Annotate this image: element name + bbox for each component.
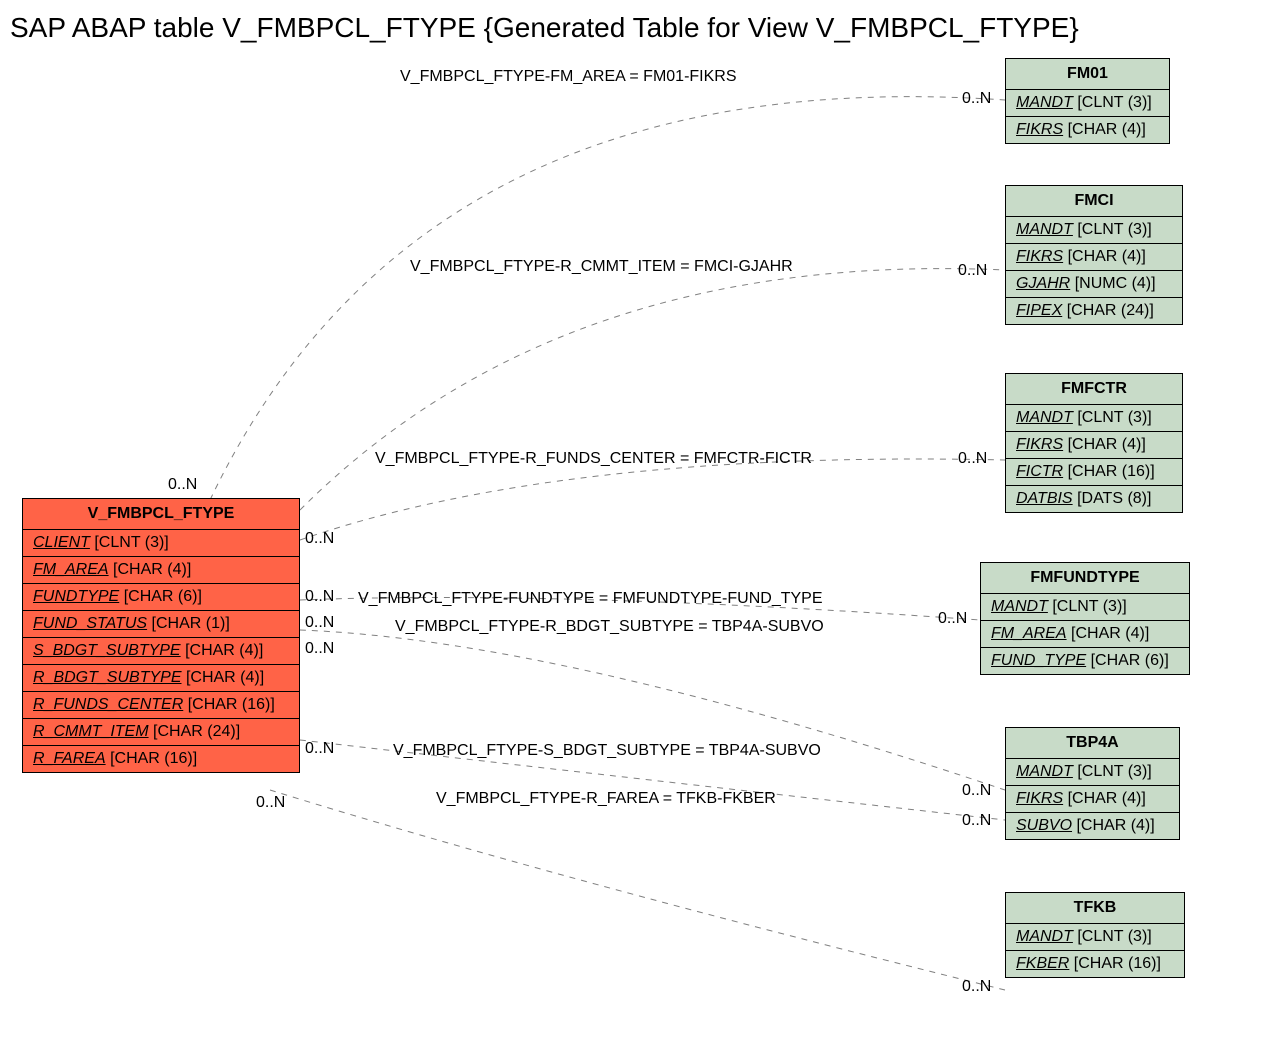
entity-fmfctr: FMFCTR MANDT [CLNT (3)] FIKRS [CHAR (4)]… (1005, 373, 1183, 513)
field: FUNDTYPE [CHAR (6)] (23, 584, 299, 611)
field: CLIENT [CLNT (3)] (23, 530, 299, 557)
field: FIKRS [CHAR (4)] (1006, 432, 1182, 459)
entity-header: FM01 (1006, 59, 1169, 90)
field: R_BDGT_SUBTYPE [CHAR (4)] (23, 665, 299, 692)
connection-label: V_FMBPCL_FTYPE-R_FUNDS_CENTER = FMFCTR-F… (375, 450, 812, 468)
entity-tbp4a: TBP4A MANDT [CLNT (3)] FIKRS [CHAR (4)] … (1005, 727, 1180, 840)
field: FUND_STATUS [CHAR (1)] (23, 611, 299, 638)
entity-header: FMCI (1006, 186, 1182, 217)
field: FIKRS [CHAR (4)] (1006, 786, 1179, 813)
cardinality-label: 0..N (305, 740, 334, 758)
cardinality-label: 0..N (962, 978, 991, 996)
cardinality-label: 0..N (305, 614, 334, 632)
field: R_CMMT_ITEM [CHAR (24)] (23, 719, 299, 746)
field: FIKRS [CHAR (4)] (1006, 117, 1169, 143)
connection-label: V_FMBPCL_FTYPE-R_FAREA = TFKB-FKBER (436, 790, 776, 808)
entity-fmfundtype: FMFUNDTYPE MANDT [CLNT (3)] FM_AREA [CHA… (980, 562, 1190, 675)
page-title: SAP ABAP table V_FMBPCL_FTYPE {Generated… (0, 0, 1288, 44)
entity-fmci: FMCI MANDT [CLNT (3)] FIKRS [CHAR (4)] G… (1005, 185, 1183, 325)
field: FICTR [CHAR (16)] (1006, 459, 1182, 486)
cardinality-label: 0..N (962, 782, 991, 800)
field: FIKRS [CHAR (4)] (1006, 244, 1182, 271)
entity-fm01: FM01 MANDT [CLNT (3)] FIKRS [CHAR (4)] (1005, 58, 1170, 144)
field: MANDT [CLNT (3)] (1006, 90, 1169, 117)
connection-label: V_FMBPCL_FTYPE-FM_AREA = FM01-FIKRS (400, 68, 737, 86)
cardinality-label: 0..N (958, 262, 987, 280)
connection-label: V_FMBPCL_FTYPE-R_BDGT_SUBTYPE = TBP4A-SU… (395, 618, 824, 636)
field: FKBER [CHAR (16)] (1006, 951, 1184, 977)
entity-header: FMFUNDTYPE (981, 563, 1189, 594)
field: FUND_TYPE [CHAR (6)] (981, 648, 1189, 674)
field: FM_AREA [CHAR (4)] (23, 557, 299, 584)
cardinality-label: 0..N (962, 90, 991, 108)
field: DATBIS [DATS (8)] (1006, 486, 1182, 512)
field: SUBVO [CHAR (4)] (1006, 813, 1179, 839)
connection-label: V_FMBPCL_FTYPE-FUNDTYPE = FMFUNDTYPE-FUN… (358, 590, 823, 608)
field: R_FUNDS_CENTER [CHAR (16)] (23, 692, 299, 719)
field: MANDT [CLNT (3)] (1006, 759, 1179, 786)
connection-label: V_FMBPCL_FTYPE-R_CMMT_ITEM = FMCI-GJAHR (410, 258, 793, 276)
field: R_FAREA [CHAR (16)] (23, 746, 299, 772)
entity-header: FMFCTR (1006, 374, 1182, 405)
field: MANDT [CLNT (3)] (1006, 217, 1182, 244)
field: FIPEX [CHAR (24)] (1006, 298, 1182, 324)
connection-label: V_FMBPCL_FTYPE-S_BDGT_SUBTYPE = TBP4A-SU… (393, 742, 821, 760)
field: FM_AREA [CHAR (4)] (981, 621, 1189, 648)
entity-header: V_FMBPCL_FTYPE (23, 499, 299, 530)
cardinality-label: 0..N (305, 588, 334, 606)
entity-tfkb: TFKB MANDT [CLNT (3)] FKBER [CHAR (16)] (1005, 892, 1185, 978)
field: S_BDGT_SUBTYPE [CHAR (4)] (23, 638, 299, 665)
entity-v-fmbpcl-ftype: V_FMBPCL_FTYPE CLIENT [CLNT (3)] FM_AREA… (22, 498, 300, 773)
field: MANDT [CLNT (3)] (1006, 924, 1184, 951)
entity-header: TBP4A (1006, 728, 1179, 759)
cardinality-label: 0..N (958, 450, 987, 468)
field: GJAHR [NUMC (4)] (1006, 271, 1182, 298)
cardinality-label: 0..N (305, 640, 334, 658)
field: MANDT [CLNT (3)] (981, 594, 1189, 621)
cardinality-label: 0..N (256, 794, 285, 812)
field: MANDT [CLNT (3)] (1006, 405, 1182, 432)
cardinality-label: 0..N (962, 812, 991, 830)
cardinality-label: 0..N (938, 610, 967, 628)
cardinality-label: 0..N (168, 476, 197, 494)
cardinality-label: 0..N (305, 530, 334, 548)
entity-header: TFKB (1006, 893, 1184, 924)
